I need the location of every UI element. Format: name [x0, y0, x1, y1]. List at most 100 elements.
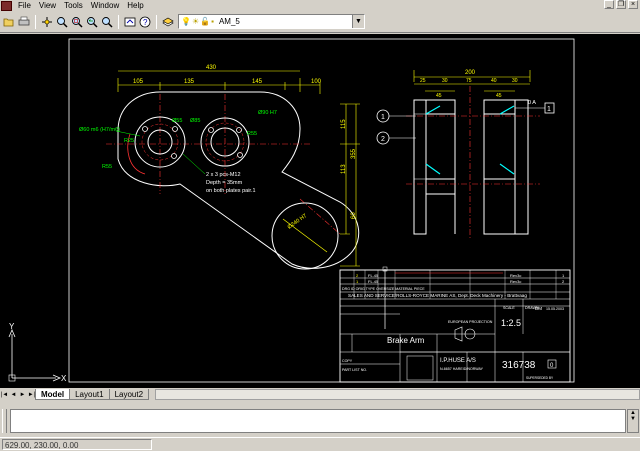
- rev-row-2-piece: 1: [562, 273, 565, 278]
- zoom-previous-icon[interactable]: [85, 15, 99, 29]
- ucs-icon: Y X: [8, 322, 67, 383]
- zoom-realtime-icon[interactable]: [55, 15, 69, 29]
- drawing-canvas[interactable]: 430 105 135 145 100 115 113 355 60 Ø55 Ø…: [0, 34, 640, 388]
- menu-help[interactable]: Help: [124, 1, 148, 11]
- layer-state-icons: 💡☀🔓▪: [181, 17, 215, 26]
- rev-row-2-rev: Rev3c: [510, 273, 521, 278]
- chevron-down-icon[interactable]: ▼: [352, 15, 364, 28]
- drawn-by: DM: [535, 306, 542, 311]
- command-window: ▲ ▼: [0, 401, 640, 436]
- note-depth: Depth = 35mm: [206, 180, 243, 186]
- window-controls: _ ❐ ×: [604, 0, 638, 9]
- dim-seg4: 100: [311, 79, 322, 85]
- rev-row-2-id: 2: [356, 273, 359, 278]
- dim-h4: 60: [351, 212, 357, 219]
- dim-h3: 355: [351, 148, 357, 159]
- menu-window[interactable]: Window: [88, 1, 124, 11]
- open-icon[interactable]: [2, 15, 16, 29]
- viewport-border: [68, 38, 575, 383]
- tab-next-icon[interactable]: ►: [18, 390, 27, 400]
- copy-label: COPY: [342, 359, 353, 363]
- horizontal-scrollbar[interactable]: [155, 389, 640, 400]
- dim-side-b: 30: [442, 78, 448, 84]
- dim-side-a: 75: [466, 78, 472, 84]
- menu-bar: File View Tools Window Help _ ❐ ×: [0, 0, 640, 11]
- drawing-title: Brake Arm: [387, 336, 425, 345]
- label-left-fit: Ø60 m6 (H7/m6): [79, 127, 120, 133]
- rev-header: DRG ID ORIG TYPE OVERSIZE MATERIAL PIECE: [342, 287, 425, 291]
- label-r-right: R55: [247, 131, 257, 137]
- print-icon[interactable]: [17, 15, 31, 29]
- right-tag: 0 A: [528, 100, 536, 106]
- drawing-svg: 430 105 135 145 100 115 113 355 60 Ø55 Ø…: [8, 38, 575, 383]
- command-scrollbar[interactable]: ▲ ▼: [627, 409, 639, 433]
- toolbar-separator: [118, 14, 119, 29]
- balloon-2: 2: [381, 136, 385, 143]
- rev-row-1-rev: Rev3c: [510, 279, 521, 284]
- menu-file[interactable]: File: [15, 1, 36, 11]
- toolbar: ? 💡☀🔓▪ AM_5 ▼: [0, 11, 640, 33]
- rev-row-1-piece: 2: [562, 279, 565, 284]
- coordinate-readout: 629.00, 230.00, 0.00: [2, 439, 152, 450]
- label-dia-top: Ø55: [172, 118, 182, 124]
- dim-seg3: 145: [252, 79, 263, 85]
- menu-view[interactable]: View: [36, 1, 61, 11]
- restore-button[interactable]: ❐: [616, 0, 626, 9]
- tab-model[interactable]: Model: [35, 389, 71, 400]
- scale-value: 1:2.5: [501, 318, 521, 328]
- drawing-number: 316738: [502, 360, 536, 371]
- zoom-extents-icon[interactable]: [100, 15, 114, 29]
- close-button[interactable]: ×: [628, 0, 638, 9]
- note-both-plates: on both plates pair.1: [206, 188, 256, 194]
- label-r-top-left: R25: [124, 138, 134, 144]
- rev-row-1-id: 1: [356, 279, 359, 284]
- front-view: 430 105 135 145 100 115 113 355 60 Ø55 Ø…: [79, 65, 360, 270]
- rev-row-2-type: FL.45: [368, 273, 379, 278]
- tab-prev-icon[interactable]: ◄: [9, 390, 18, 400]
- dim-side-width: 200: [465, 70, 476, 76]
- label-dia-mid: Ø85: [190, 118, 200, 124]
- note-holes: 2 x 3 pcs-M12: [206, 172, 241, 178]
- layer-dropdown[interactable]: 💡☀🔓▪ AM_5 ▼: [178, 14, 365, 29]
- projection-label: EUROPEAN PROJECTION: [448, 320, 493, 324]
- label-dia-right: Ø90 H7: [258, 110, 277, 116]
- dim-side-d2: 45: [496, 93, 502, 99]
- command-line[interactable]: [10, 409, 626, 433]
- label-slot-dia: Ø240 H7: [287, 213, 308, 231]
- maker-address: N-6657 HAREID/NORWAY: [440, 367, 484, 371]
- drawn-date: 15.05.2003: [546, 307, 564, 311]
- ucs-x-label: X: [61, 374, 67, 383]
- command-grip[interactable]: [2, 409, 7, 433]
- help-icon[interactable]: ?: [138, 15, 152, 29]
- regen-icon[interactable]: [123, 15, 137, 29]
- menu-tools[interactable]: Tools: [61, 1, 88, 11]
- ucs-y-label: Y: [9, 322, 15, 331]
- tab-layout2[interactable]: Layout2: [108, 389, 150, 400]
- dim-h2: 113: [341, 164, 347, 174]
- zoom-window-icon[interactable]: [70, 15, 84, 29]
- dim-seg2: 135: [184, 79, 195, 85]
- balloon-1: 1: [381, 114, 385, 121]
- layout-tabbar: |◄ ◄ ► ►| Model Layout1 Layout2: [0, 388, 640, 401]
- rev-row-1-type: FL.45: [368, 279, 379, 284]
- pan-icon[interactable]: [40, 15, 54, 29]
- layers-icon[interactable]: [161, 15, 175, 29]
- minimize-button[interactable]: _: [604, 0, 614, 9]
- company-line: SALES AND SERVICE/ROLLS-ROYCE MARINE AS,…: [348, 293, 527, 298]
- layer-name: AM_5: [218, 17, 240, 26]
- status-bar: 629.00, 230.00, 0.00: [0, 437, 640, 451]
- side-view: 200 25 30 75 40 30 45 45 1 2 1 0 A: [376, 70, 555, 239]
- dim-seg1: 105: [133, 79, 144, 85]
- balloon-right: 1: [547, 106, 551, 113]
- dim-side-c: 25: [420, 78, 426, 84]
- app-icon[interactable]: [1, 0, 12, 11]
- toolbar-separator: [35, 14, 36, 29]
- toolbar-separator: [156, 14, 157, 29]
- tab-first-icon[interactable]: |◄: [0, 390, 9, 400]
- superseded-label: SUPERSEDED BY: [526, 376, 554, 380]
- dim-side-d: 45: [436, 93, 442, 99]
- tab-layout1[interactable]: Layout1: [69, 389, 110, 400]
- label-r-bottom-left: R55: [102, 164, 112, 170]
- svg-text:?: ?: [143, 18, 148, 27]
- dim-h1: 115: [341, 119, 347, 129]
